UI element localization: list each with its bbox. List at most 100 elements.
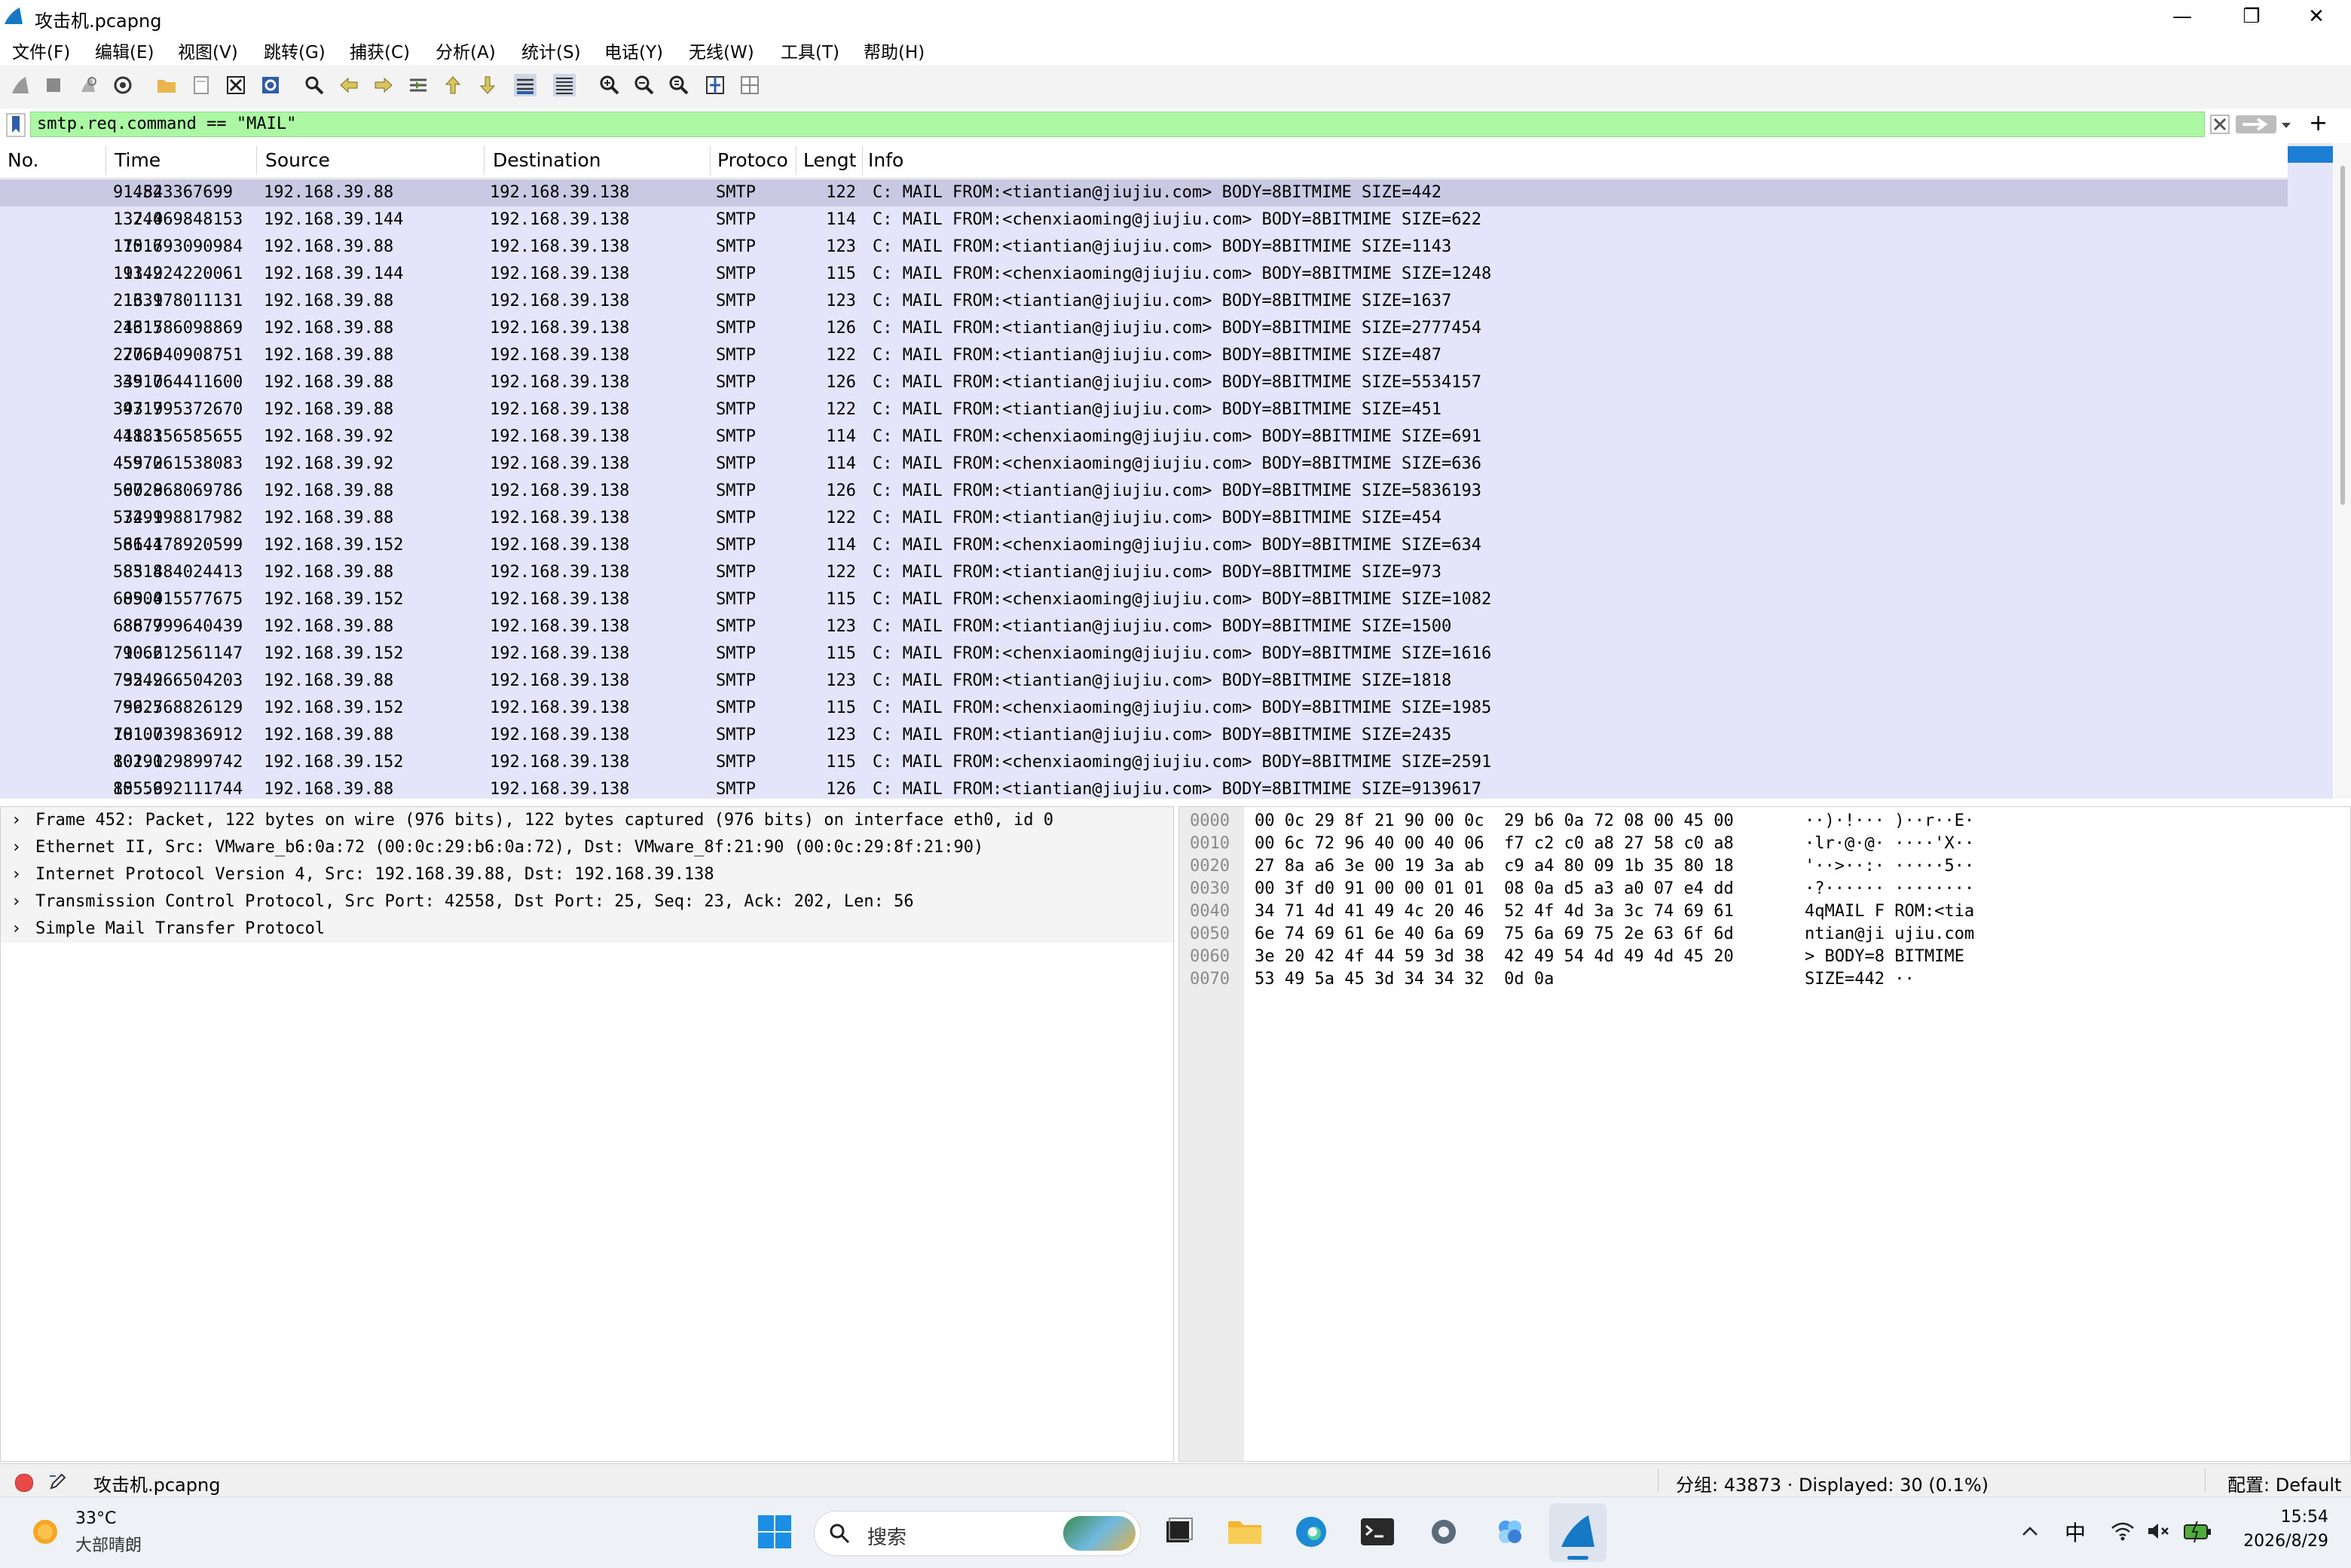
chevron-right-icon[interactable]: › <box>11 834 21 861</box>
file-explorer-icon[interactable] <box>1225 1512 1264 1551</box>
bytes-offset[interactable]: 0010 <box>1190 833 1230 855</box>
menu-statistics[interactable]: 统计(S) <box>521 38 581 63</box>
bytes-ascii[interactable]: ··)·!··· )··r··E· <box>1805 810 1974 833</box>
clock-date[interactable]: 2026/8/29 <box>2230 1532 2328 1551</box>
column-header-protocol[interactable]: Protoco <box>717 149 788 171</box>
filter-history-dropdown-icon[interactable] <box>2279 118 2294 133</box>
menu-telephony[interactable]: 电话(Y) <box>604 38 663 63</box>
zoom-in-icon[interactable] <box>598 74 621 96</box>
status-profile[interactable]: 配置: Default <box>2227 1470 2341 1496</box>
packet-row[interactable]: 744 132.069848153 192.168.39.144 192.168.39… <box>0 206 2288 234</box>
stop-capture-icon[interactable] <box>42 74 65 96</box>
auto-scroll-icon[interactable] <box>514 74 537 96</box>
bytes-offset[interactable]: 0070 <box>1190 968 1230 991</box>
chevron-right-icon[interactable]: › <box>11 807 21 834</box>
speaker-muted-icon[interactable] <box>2146 1520 2172 1542</box>
packet-row[interactable]: 7291 534.998817982 192.168.39.88 192.168.39… <box>0 505 2288 532</box>
close-file-icon[interactable] <box>225 74 247 96</box>
column-separator[interactable] <box>256 146 257 175</box>
bookmark-icon[interactable] <box>6 113 26 137</box>
display-filter-input[interactable]: smtp.req.command == "MAIL" <box>30 112 2205 137</box>
bytes-offset[interactable]: 0020 <box>1190 855 1230 878</box>
packet-row[interactable]: 5970 455.261538083 192.168.39.92 192.168.39… <box>0 451 2288 478</box>
menu-capture[interactable]: 捕获(C) <box>350 38 410 63</box>
normal-size-icon[interactable] <box>668 74 690 96</box>
weather-description[interactable]: 大部晴朗 <box>75 1532 142 1556</box>
settings-gear-icon[interactable] <box>1424 1512 1463 1551</box>
zoom-out-icon[interactable] <box>633 74 656 96</box>
last-packet-icon[interactable] <box>476 74 499 96</box>
close-button[interactable]: ✕ <box>2282 0 2351 33</box>
wireshark-taskbar-button[interactable] <box>1549 1503 1607 1562</box>
bytes-offset[interactable]: 0030 <box>1190 878 1230 900</box>
packet-row[interactable]: 2763 270.040908751 192.168.39.88 192.168.39… <box>0 342 2288 369</box>
task-view-icon[interactable] <box>1159 1512 1198 1551</box>
capture-comment-icon[interactable] <box>48 1472 68 1491</box>
packet-row[interactable]: 3917 345.064411600 192.168.39.88 192.168.39… <box>0 369 2288 396</box>
column-separator[interactable] <box>710 146 711 175</box>
packet-row[interactable]: 10559 855.692111744 192.168.39.88 192.168.3… <box>0 776 2288 799</box>
column-header-no[interactable]: No. <box>8 149 39 171</box>
chevron-right-icon[interactable]: › <box>11 861 21 888</box>
bytes-ascii[interactable]: > BODY=8 BITMIME <box>1805 946 1974 968</box>
resize-columns-icon[interactable] <box>704 74 726 96</box>
find-packet-icon[interactable] <box>303 74 326 96</box>
column-separator[interactable] <box>484 146 485 175</box>
restore-button[interactable]: ❐ <box>2217 0 2286 33</box>
bytes-offset[interactable]: 0050 <box>1190 923 1230 946</box>
ime-indicator[interactable]: 中 <box>2065 1517 2086 1547</box>
apply-filter-icon[interactable] <box>2235 113 2277 136</box>
packet-minimap[interactable] <box>2288 143 2333 799</box>
chevron-right-icon[interactable]: › <box>11 915 21 943</box>
bytes-hex[interactable]: 00 0c 29 8f 21 90 00 0c 29 b6 0a 72 08 0… <box>1255 810 1734 833</box>
taskbar-search-box[interactable]: 搜索 <box>814 1511 1141 1556</box>
packet-row[interactable]: 9925 756.768826129 192.168.39.152 192.168.3… <box>0 695 2288 722</box>
bytes-ascii[interactable]: ·lr·@·@· ····'X·· <box>1805 833 1974 855</box>
packet-list-scrollbar[interactable] <box>2288 143 2351 799</box>
packet-row[interactable]: 10107 781.039836912 192.168.39.88 192.168.3… <box>0 722 2288 749</box>
packet-row[interactable]: 4717 393.995372670 192.168.39.88 192.168.39… <box>0 396 2288 423</box>
packet-row[interactable]: 9062 710.612561147 192.168.39.152 192.168.3… <box>0 640 2288 668</box>
menu-tools[interactable]: 工具(T) <box>781 38 839 63</box>
menu-analyze[interactable]: 分析(A) <box>436 38 496 63</box>
clock-time[interactable]: 15:54 <box>2246 1508 2328 1527</box>
restart-capture-icon[interactable] <box>77 74 99 96</box>
reload-file-icon[interactable] <box>259 74 282 96</box>
go-forward-icon[interactable] <box>372 74 395 96</box>
bytes-hex[interactable]: 6e 74 69 61 6e 40 6a 69 75 6a 69 75 2e 6… <box>1255 923 1734 946</box>
menu-go[interactable]: 跳转(G) <box>264 38 326 63</box>
menu-help[interactable]: 帮助(H) <box>864 38 925 63</box>
packet-row[interactable]: 1142 193.924220061 192.168.39.144 192.168.3… <box>0 261 2288 288</box>
bytes-hex[interactable]: 27 8a a6 3e 00 19 3a ab c9 a4 80 09 1b 3… <box>1255 855 1734 878</box>
detail-tcp[interactable]: › Transmission Control Protocol, Src Port… <box>1 888 1173 915</box>
bytes-hex[interactable]: 34 71 4d 41 49 4c 20 46 52 4f 4d 3a 3c 7… <box>1255 900 1734 923</box>
clear-filter-icon[interactable] <box>2209 113 2230 136</box>
packet-row[interactable]: 6728 500.968069786 192.168.39.88 192.168.39… <box>0 478 2288 505</box>
add-filter-button[interactable]: + <box>2309 110 2328 136</box>
packet-row[interactable]: 1615 243.786098869 192.168.39.88 192.168.39… <box>0 315 2288 342</box>
weather-sun-icon[interactable] <box>27 1514 66 1550</box>
column-header-time[interactable]: Time <box>115 149 161 171</box>
packet-row[interactable]: 8879 686.799640439 192.168.39.88 192.168.39… <box>0 613 2288 640</box>
bytes-hex[interactable]: 00 3f d0 91 00 00 01 01 08 0a d5 a3 a0 0… <box>1255 878 1734 900</box>
packet-row[interactable]: 8318 585.484024413 192.168.39.88 192.168.39… <box>0 559 2288 586</box>
column-separator[interactable] <box>862 146 863 175</box>
terminal-icon[interactable] <box>1358 1512 1397 1551</box>
packet-row[interactable]: 452 91.843367699 192.168.39.88 192.168.39.1… <box>0 179 2288 206</box>
column-header-length[interactable]: Lengt <box>803 149 856 171</box>
capture-options-icon[interactable] <box>112 74 134 96</box>
menu-file[interactable]: 文件(F) <box>12 38 70 63</box>
column-header-info[interactable]: Info <box>868 149 903 171</box>
menu-wireless[interactable]: 无线(W) <box>689 38 754 63</box>
menu-edit[interactable]: 编辑(E) <box>95 38 154 63</box>
bytes-hex[interactable]: 00 6c 72 96 40 00 40 06 f7 c2 c0 a8 27 5… <box>1255 833 1734 855</box>
bytes-ascii[interactable]: '··>··:· ·····5·· <box>1805 855 1974 878</box>
detail-ethernet[interactable]: › Ethernet II, Src: VMware_b6:0a:72 (00:0… <box>1 834 1173 861</box>
column-separator[interactable] <box>105 146 106 175</box>
chevron-up-icon[interactable] <box>2019 1521 2041 1542</box>
bytes-offset[interactable]: 0000 <box>1190 810 1230 833</box>
column-header-destination[interactable]: Destination <box>493 149 601 171</box>
detail-frame[interactable]: › Frame 452: Packet, 122 bytes on wire (9… <box>1 807 1173 834</box>
go-back-icon[interactable] <box>338 74 360 96</box>
bytes-hex[interactable]: 3e 20 42 4f 44 59 3d 38 42 49 54 4d 49 4… <box>1255 946 1734 968</box>
